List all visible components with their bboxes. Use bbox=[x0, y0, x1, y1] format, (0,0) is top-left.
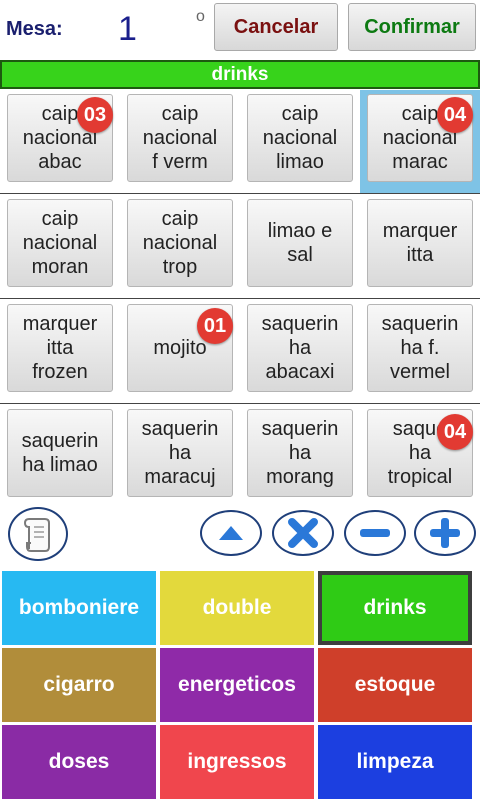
arrow-up-icon bbox=[219, 526, 243, 540]
product-label: caip nacional limao bbox=[262, 103, 338, 173]
action-toolbar bbox=[0, 504, 480, 564]
category-energeticos[interactable]: energeticos bbox=[160, 648, 314, 722]
scroll-icon bbox=[23, 518, 50, 552]
product-button[interactable]: saquerin ha morang bbox=[247, 409, 353, 497]
row-divider bbox=[0, 193, 480, 194]
confirm-button[interactable]: Confirmar bbox=[348, 3, 476, 51]
category-estoque[interactable]: estoque bbox=[318, 648, 472, 722]
product-label: marquer itta bbox=[382, 220, 458, 266]
product-label: caip nacional moran bbox=[22, 208, 98, 278]
product-button[interactable]: saquerin ha f. vermel bbox=[367, 304, 473, 392]
category-doses[interactable]: doses bbox=[2, 725, 156, 799]
table-number-input[interactable]: 1 bbox=[118, 10, 137, 49]
row-divider bbox=[0, 298, 480, 299]
product-label: saquerin ha maracuj bbox=[141, 418, 219, 488]
increase-quantity-button[interactable] bbox=[414, 510, 476, 556]
product-button[interactable]: saquerin ha limao bbox=[7, 409, 113, 497]
product-label: saquerin ha morang bbox=[261, 418, 339, 488]
header: Mesa: 1 o Cancelar Confirmar bbox=[0, 0, 480, 58]
current-category-title: drinks bbox=[0, 60, 480, 89]
product-label: mojito bbox=[153, 337, 207, 359]
product-row-2: caip nacional moran caip nacional trop l… bbox=[0, 195, 480, 299]
remove-item-button[interactable] bbox=[272, 510, 334, 556]
category-double[interactable]: double bbox=[160, 571, 314, 645]
category-bomboniere[interactable]: bomboniere bbox=[2, 571, 156, 645]
product-button[interactable]: saquerin ha abacaxi bbox=[247, 304, 353, 392]
cancel-button[interactable]: Cancelar bbox=[214, 3, 338, 51]
plus-icon bbox=[430, 518, 460, 548]
minus-icon bbox=[360, 529, 390, 537]
product-button[interactable]: marquer itta bbox=[367, 199, 473, 287]
quantity-badge: 04 bbox=[437, 97, 473, 133]
product-row-3: marquer itta frozen mojito saquerin ha a… bbox=[0, 300, 480, 404]
category-ingressos[interactable]: ingressos bbox=[160, 725, 314, 799]
product-label: limao e sal bbox=[267, 220, 333, 266]
product-button[interactable]: marquer itta frozen bbox=[7, 304, 113, 392]
category-limpeza[interactable]: limpeza bbox=[318, 725, 472, 799]
product-label: marquer itta frozen bbox=[22, 313, 98, 383]
product-button[interactable]: caip nacional limao bbox=[247, 94, 353, 182]
product-label: caip nacional f verm bbox=[142, 103, 218, 173]
product-row-4: saquerin ha limao saquerin ha maracuj sa… bbox=[0, 405, 480, 509]
quantity-badge: 04 bbox=[437, 414, 473, 450]
product-button[interactable]: caip nacional f verm bbox=[127, 94, 233, 182]
row-divider bbox=[0, 403, 480, 404]
table-label: Mesa: bbox=[6, 18, 63, 40]
product-label: saquerin ha limao bbox=[21, 430, 99, 476]
scroll-up-button[interactable] bbox=[200, 510, 262, 556]
category-drinks[interactable]: drinks bbox=[318, 571, 472, 645]
product-row-1: caip nacional abac caip nacional f verm … bbox=[0, 90, 480, 194]
remove-x-icon bbox=[288, 518, 318, 548]
decrease-quantity-button[interactable] bbox=[344, 510, 406, 556]
product-label: saquerin ha abacaxi bbox=[261, 313, 339, 383]
product-label: caip nacional trop bbox=[142, 208, 218, 278]
product-button[interactable]: caip nacional trop bbox=[127, 199, 233, 287]
category-cigarro[interactable]: cigarro bbox=[2, 648, 156, 722]
quantity-badge: 03 bbox=[77, 97, 113, 133]
product-button[interactable]: caip nacional moran bbox=[7, 199, 113, 287]
product-button[interactable]: limao e sal bbox=[247, 199, 353, 287]
quantity-badge: 01 bbox=[197, 308, 233, 344]
product-button[interactable]: saquerin ha maracuj bbox=[127, 409, 233, 497]
product-label: saquerin ha f. vermel bbox=[381, 313, 459, 383]
table-number-suffix: o bbox=[196, 8, 205, 25]
order-list-button[interactable] bbox=[8, 507, 68, 561]
